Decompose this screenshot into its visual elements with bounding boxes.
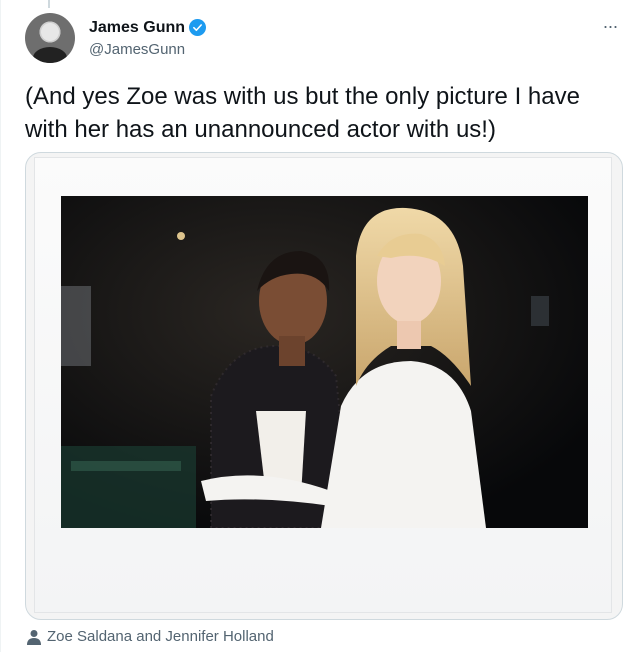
media-tags[interactable]: Zoe Saldana and Jennifer Holland <box>27 628 274 645</box>
avatar[interactable] <box>25 13 75 63</box>
author-handle[interactable]: @JamesGunn <box>89 41 206 58</box>
photo-image <box>61 196 588 528</box>
tweet: James Gunn @JamesGunn ··· (And yes Zoe w… <box>0 0 640 652</box>
tweet-header: James Gunn @JamesGunn ··· <box>25 12 624 64</box>
author-info: James Gunn @JamesGunn <box>89 19 207 58</box>
more-icon[interactable]: ··· <box>596 16 624 36</box>
tweet-photo[interactable] <box>25 152 623 620</box>
thread-line <box>48 0 50 8</box>
tagged-people-text: Zoe Saldana and Jennifer Holland <box>47 628 274 645</box>
author-display-name[interactable]: James Gunn <box>89 19 185 37</box>
polaroid-frame <box>34 157 612 613</box>
tweet-text: (And yes Zoe was with us but the only pi… <box>25 83 580 143</box>
name-row: James Gunn <box>89 19 207 37</box>
verified-badge-icon <box>189 19 207 36</box>
person-icon <box>27 629 41 645</box>
